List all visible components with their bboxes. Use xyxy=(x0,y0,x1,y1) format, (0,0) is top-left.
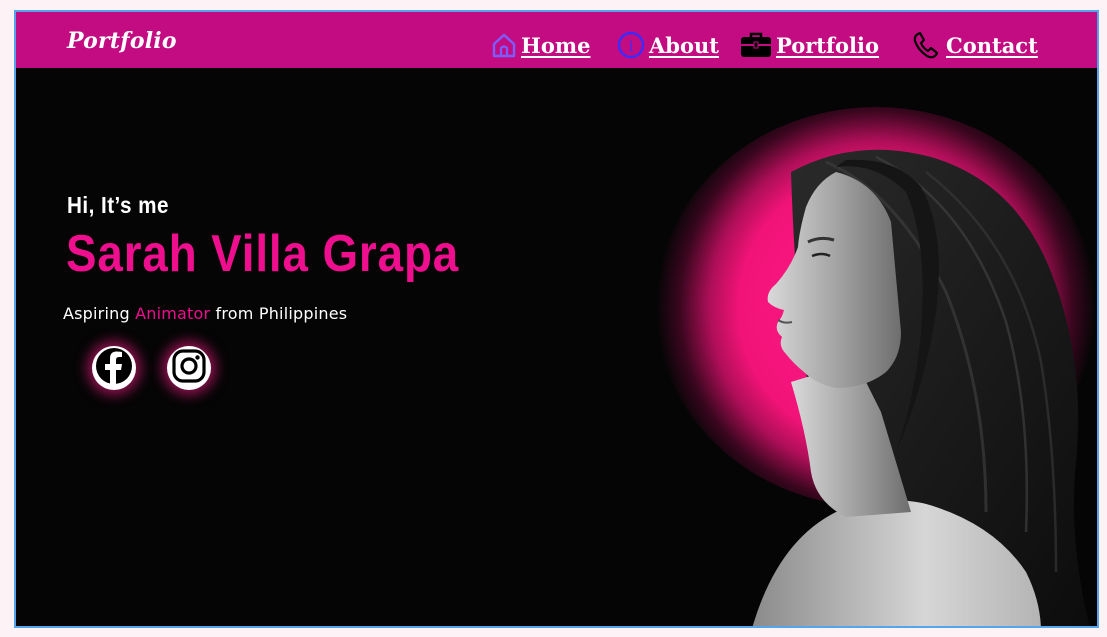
nav-label-contact: Contact xyxy=(946,32,1038,58)
tagline: Aspiring Animator from Philippines xyxy=(63,304,347,323)
nav-item-portfolio[interactable]: Portfolio xyxy=(739,29,879,61)
greeting-text: Hi, It’s me xyxy=(67,192,169,218)
info-icon: i xyxy=(616,30,646,60)
hero-name: Sarah Villa Grapa xyxy=(66,225,460,283)
briefcase-icon xyxy=(739,30,773,60)
nav-item-home[interactable]: Home xyxy=(490,29,590,61)
tagline-prefix: Aspiring xyxy=(63,304,136,323)
nav-item-contact[interactable]: Contact xyxy=(911,29,1038,61)
nav-item-about[interactable]: i About xyxy=(616,29,719,61)
nav-label-about: About xyxy=(649,32,719,58)
navbar: Portfolio Home i About Portfolio Contact xyxy=(16,12,1097,68)
instagram-icon xyxy=(169,346,209,390)
instagram-button[interactable] xyxy=(167,346,211,390)
svg-text:i: i xyxy=(629,37,634,55)
page-frame: Portfolio Home i About Portfolio Contact… xyxy=(14,10,1099,628)
nav-label-home: Home xyxy=(521,32,591,58)
brand-logo[interactable]: Portfolio xyxy=(67,28,177,54)
facebook-button[interactable] xyxy=(92,346,136,390)
tagline-highlight: Animator xyxy=(135,304,211,323)
tagline-suffix: from Philippines xyxy=(210,304,348,323)
home-icon xyxy=(490,31,518,59)
nav-label-portfolio: Portfolio xyxy=(776,32,880,58)
facebook-icon xyxy=(94,346,134,390)
phone-icon xyxy=(911,30,943,60)
profile-photo xyxy=(696,132,1097,626)
